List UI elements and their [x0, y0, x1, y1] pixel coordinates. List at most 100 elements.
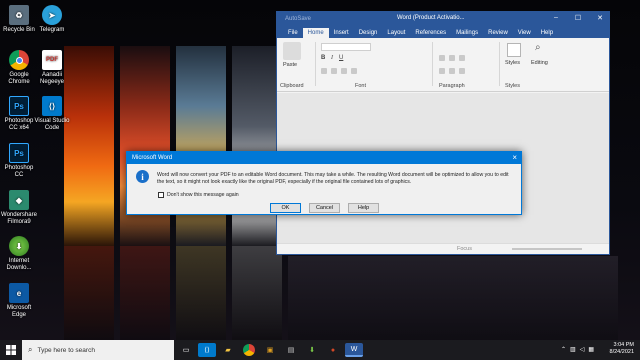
- tab-references[interactable]: References: [410, 30, 451, 38]
- minimize-icon[interactable]: –: [549, 14, 563, 21]
- archive-icon[interactable]: ▣: [261, 343, 279, 357]
- pdf-convert-dialog: Microsoft Word × i Word will now convert…: [126, 151, 522, 215]
- wallpaper-reflection: [232, 246, 282, 340]
- system-tray: ⌃ ▥ ◁ ▦: [561, 346, 594, 353]
- keyboard-icon[interactable]: ▦: [588, 346, 594, 353]
- file-explorer-icon[interactable]: ▰: [219, 343, 237, 357]
- taskbar: ⌕ Type here to search ▭ ⟨⟩ ▰ ▣ ▤ ⬇ ● W ⌃…: [0, 340, 640, 360]
- vscode-icon: ⟨⟩: [42, 96, 62, 116]
- chrome-icon[interactable]: [243, 344, 255, 356]
- ribbon-separator: [315, 42, 316, 86]
- tab-insert[interactable]: Insert: [329, 30, 354, 38]
- desktop-icon-photoshop[interactable]: Ps Photoshop CC: [1, 143, 37, 179]
- photoshop-icon: Ps: [9, 96, 29, 116]
- paste-icon[interactable]: [283, 42, 301, 60]
- focus-button[interactable]: Focus: [457, 246, 472, 252]
- tab-file[interactable]: File: [283, 30, 303, 38]
- help-button[interactable]: Help: [348, 203, 379, 213]
- desktop-icon-chrome[interactable]: Google Chrome: [1, 50, 37, 86]
- align-left-icon[interactable]: [439, 68, 445, 74]
- font-color-icon[interactable]: [321, 68, 327, 74]
- desktop-icon-label: Aanadii Negeeye: [39, 72, 65, 85]
- windows-icon: [6, 345, 16, 355]
- desktop-icon-pdf[interactable]: PDF Aanadii Negeeye: [34, 50, 70, 86]
- clock[interactable]: 3:04 PM 8/24/2021: [610, 342, 634, 356]
- close-icon[interactable]: ×: [512, 153, 517, 162]
- start-button[interactable]: [0, 340, 22, 360]
- edge-icon: e: [9, 283, 29, 303]
- desktop-icon-edge[interactable]: e Microsoft Edge: [1, 283, 37, 319]
- tab-design[interactable]: Design: [354, 30, 383, 38]
- cancel-button[interactable]: Cancel: [309, 203, 340, 213]
- styles-icon[interactable]: [507, 43, 521, 57]
- desktop-icon-label: Recycle Bin: [3, 27, 35, 33]
- chrome-icon: [9, 50, 29, 70]
- ribbon: Paste Clipboard B I U Font Paragraph Sty…: [277, 38, 609, 92]
- wallpaper-strip: [232, 46, 282, 246]
- ribbon-tabs: File Home Insert Design Layout Reference…: [277, 26, 609, 38]
- align-right-icon[interactable]: [459, 68, 465, 74]
- taskbar-search[interactable]: ⌕ Type here to search: [22, 340, 174, 360]
- desktop-icon-vscode[interactable]: ⟨⟩ Visual Studio Code: [34, 96, 70, 132]
- search-icon: ⌕: [28, 345, 33, 354]
- search-icon[interactable]: ⌕: [535, 42, 541, 53]
- wallpaper-strip: [176, 46, 226, 246]
- app-icon[interactable]: ▤: [282, 343, 300, 357]
- task-view-icon[interactable]: ▭: [177, 343, 195, 357]
- dont-show-again-checkbox[interactable]: Don't show this message again: [158, 192, 239, 198]
- info-icon: i: [136, 170, 149, 183]
- idm-icon[interactable]: ⬇: [303, 343, 321, 357]
- tab-mailings[interactable]: Mailings: [451, 30, 483, 38]
- desktop-icon-filmora[interactable]: ◆ Wondershare Filmora9: [1, 190, 37, 226]
- font-name-box[interactable]: [321, 43, 371, 51]
- text-effects-icon[interactable]: [351, 68, 357, 74]
- desktop-icon-label: Wondershare Filmora9: [1, 212, 37, 225]
- indent-icon[interactable]: [459, 55, 465, 61]
- autosave-toggle[interactable]: AutoSave: [285, 16, 311, 22]
- paste-button[interactable]: Paste: [283, 62, 297, 68]
- window-title: Word (Product Activatio...: [397, 15, 465, 21]
- dialog-titlebar: Microsoft Word ×: [127, 152, 521, 164]
- status-bar: Focus: [277, 243, 609, 254]
- chevron-up-icon[interactable]: ⌃: [561, 346, 566, 353]
- numbering-icon[interactable]: [449, 55, 455, 61]
- volume-icon[interactable]: ◁: [580, 346, 585, 353]
- tab-review[interactable]: Review: [483, 30, 513, 38]
- desktop-icon-recycle-bin[interactable]: ♻ Recycle Bin: [1, 5, 37, 34]
- wallpaper-reflection: [176, 246, 226, 340]
- tab-view[interactable]: View: [513, 30, 536, 38]
- highlight-icon[interactable]: [331, 68, 337, 74]
- word-icon[interactable]: W: [345, 343, 363, 357]
- tab-layout[interactable]: Layout: [382, 30, 410, 38]
- desktop-icon-label: Telegram: [39, 27, 65, 33]
- clear-format-icon[interactable]: [341, 68, 347, 74]
- zoom-slider[interactable]: [511, 248, 582, 250]
- align-center-icon[interactable]: [449, 68, 455, 74]
- bold-icon[interactable]: B: [321, 55, 325, 61]
- telegram-icon: ➤: [42, 5, 62, 25]
- bullets-icon[interactable]: [439, 55, 445, 61]
- powerpoint-icon[interactable]: ●: [324, 343, 342, 357]
- checkbox-box[interactable]: [158, 192, 164, 198]
- underline-icon[interactable]: U: [339, 55, 343, 61]
- vscode-icon[interactable]: ⟨⟩: [198, 343, 216, 357]
- checkbox-label: Don't show this message again: [167, 192, 239, 198]
- tab-home[interactable]: Home: [302, 28, 329, 38]
- network-icon[interactable]: ▥: [570, 346, 576, 353]
- maximize-icon[interactable]: ☐: [571, 14, 585, 22]
- word-window: AutoSave Word (Product Activatio... – ☐ …: [276, 11, 610, 255]
- desktop-icon-label: Microsoft Edge: [6, 305, 32, 318]
- desktop-icon-telegram[interactable]: ➤ Telegram: [34, 5, 70, 34]
- styles-group-label: Styles: [505, 83, 520, 89]
- dialog-message: Word will now convert your PDF to an edi…: [157, 172, 509, 185]
- desktop-icon-label: Google Chrome: [8, 72, 30, 85]
- ok-button[interactable]: OK: [270, 203, 301, 213]
- tab-help[interactable]: Help: [536, 30, 558, 38]
- close-icon[interactable]: ✕: [593, 14, 607, 22]
- italic-icon[interactable]: I: [331, 55, 333, 61]
- styles-button[interactable]: Styles: [505, 60, 520, 66]
- desktop-icon-label: Visual Studio Code: [34, 118, 70, 131]
- desktop-icon-idm[interactable]: ⬇ Internet Downlo...: [1, 236, 37, 272]
- desktop-icon-photoshop-x64[interactable]: Ps Photoshop CC x64: [1, 96, 37, 132]
- editing-button[interactable]: Editing: [531, 60, 548, 66]
